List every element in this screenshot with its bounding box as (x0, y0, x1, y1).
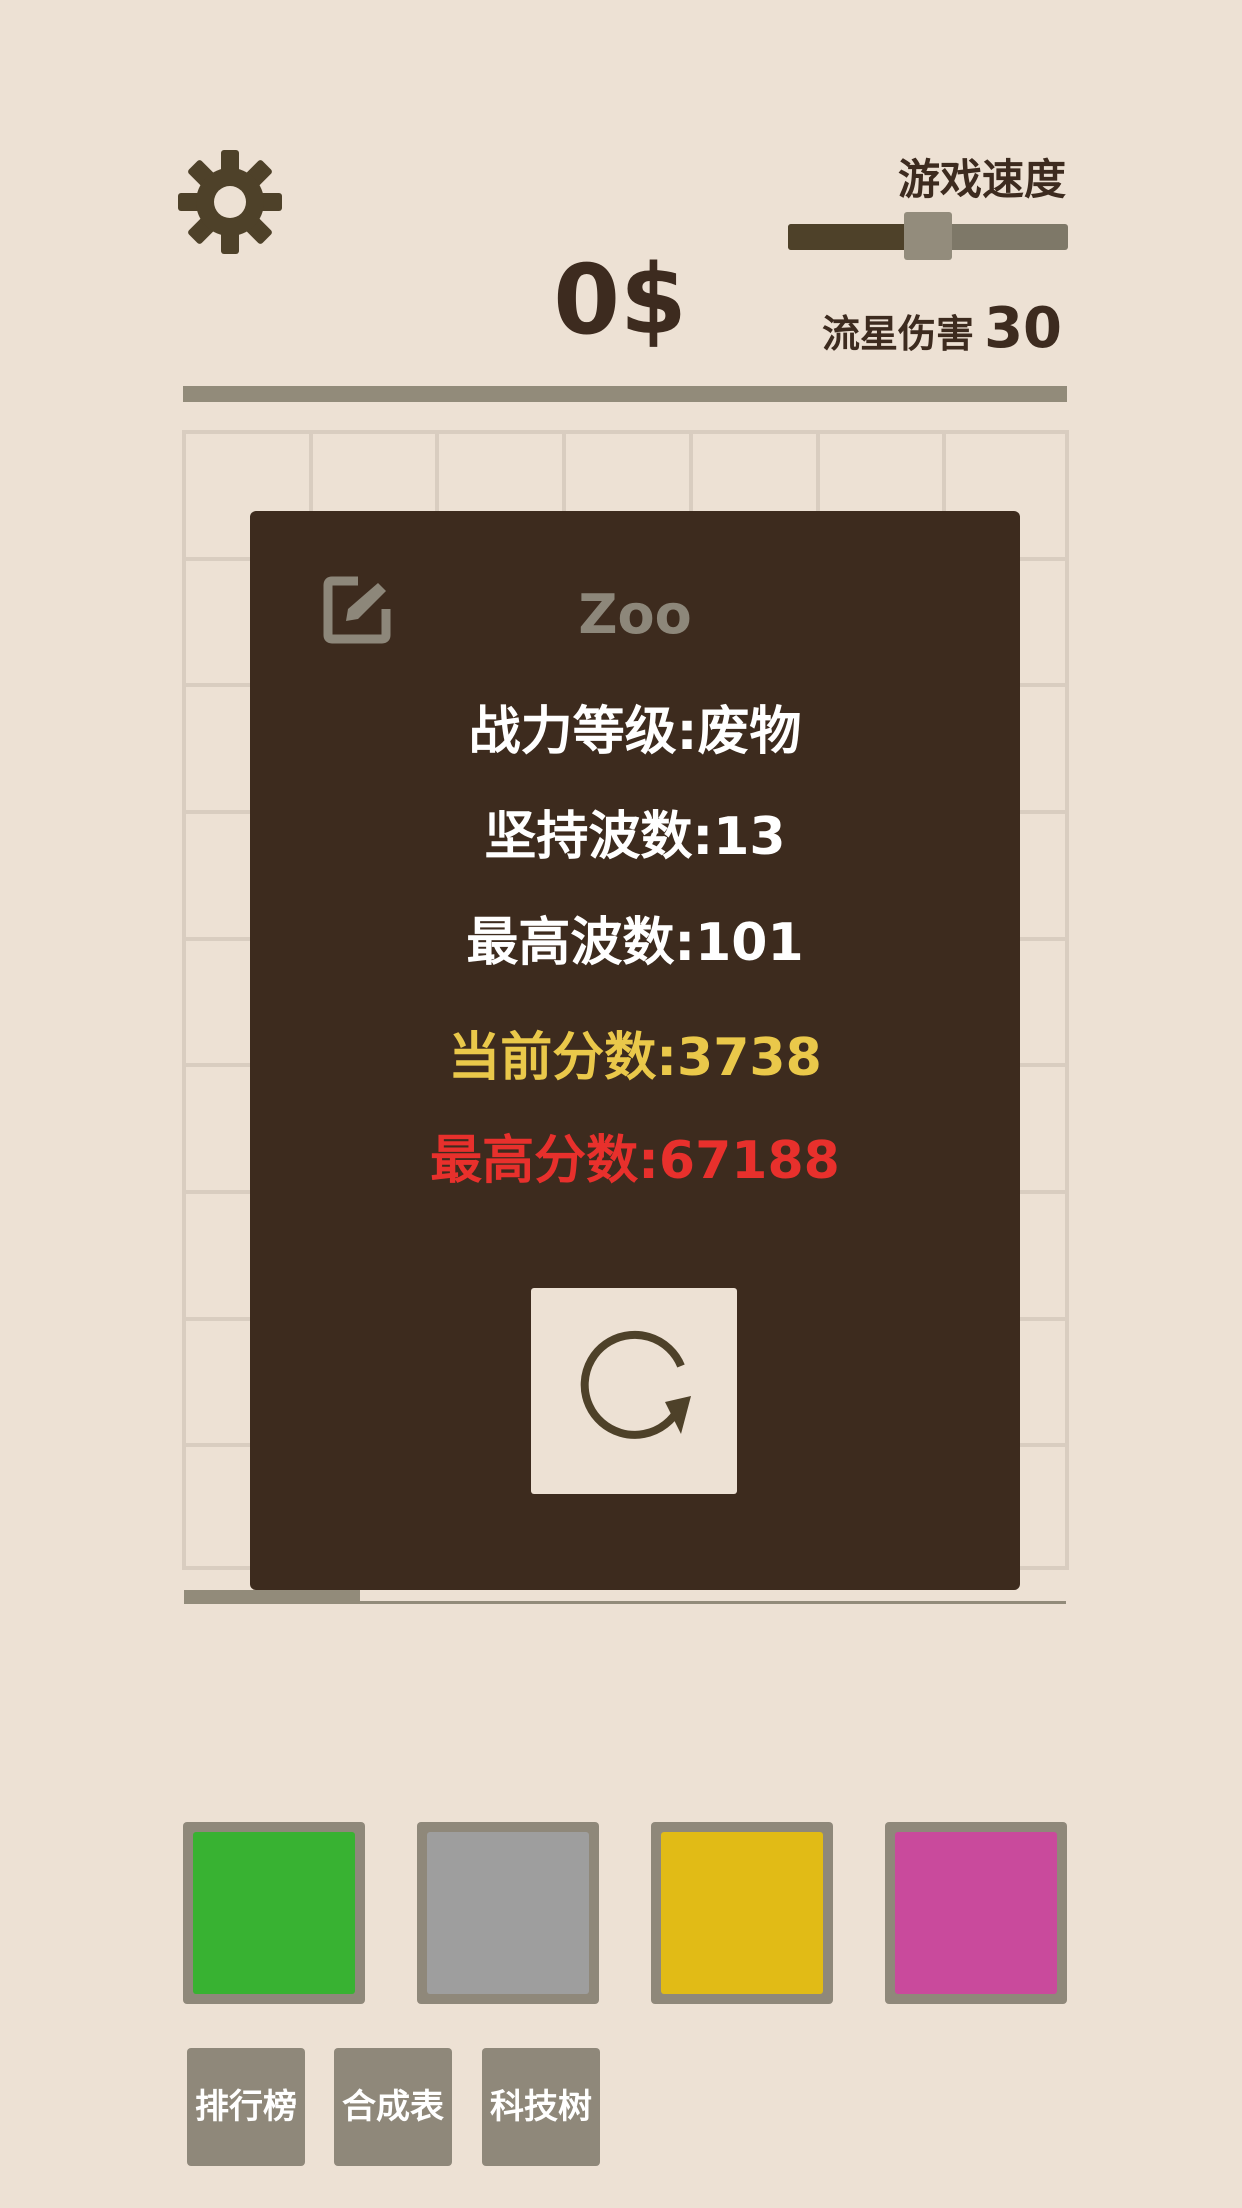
meteor-damage-value: 30 (984, 296, 1062, 361)
best-score: 最高分数:67188 (430, 1131, 840, 1191)
leaderboard-button[interactable]: 排行榜 (187, 2048, 305, 2166)
slot-swatch (193, 1832, 355, 1994)
slider-thumb[interactable] (904, 212, 952, 260)
slot-swatch (661, 1832, 823, 1994)
restart-icon (580, 1330, 691, 1439)
color-slot-magenta[interactable] (885, 1822, 1067, 2004)
recipes-button[interactable]: 合成表 (334, 2048, 452, 2166)
best-wave: 最高波数:101 (466, 913, 804, 973)
waves-survived: 坚持波数:13 (484, 807, 786, 867)
slot-swatch (427, 1832, 589, 1994)
player-name: Zoo (578, 583, 692, 646)
tech-tree-button[interactable]: 科技树 (482, 2048, 600, 2166)
settings-button[interactable] (176, 148, 284, 256)
color-slot-yellow[interactable] (651, 1822, 833, 2004)
wave-progress-bar (184, 1590, 1066, 1604)
meteor-damage-label: 流星伤害 (822, 312, 975, 356)
combat-level: 战力等级:废物 (468, 702, 802, 762)
game-speed-slider[interactable] (788, 212, 1068, 260)
current-score: 当前分数:3738 (448, 1028, 822, 1088)
money-display: 0$ (553, 244, 687, 356)
game-over-dialog: Zoo 战力等级:废物 坚持波数:13 最高波数:101 当前分数:3738 最… (250, 511, 1020, 1590)
game-speed-label: 游戏速度 (897, 155, 1066, 204)
meteor-damage: 流星伤害 30 (822, 296, 1062, 361)
slot-swatch (895, 1832, 1057, 1994)
color-slot-green[interactable] (183, 1822, 365, 2004)
progress-fill (184, 1590, 361, 1604)
restart-button[interactable] (531, 1288, 737, 1494)
color-slot-gray[interactable] (417, 1822, 599, 2004)
top-divider-bar (183, 386, 1067, 402)
gear-icon (178, 150, 282, 254)
